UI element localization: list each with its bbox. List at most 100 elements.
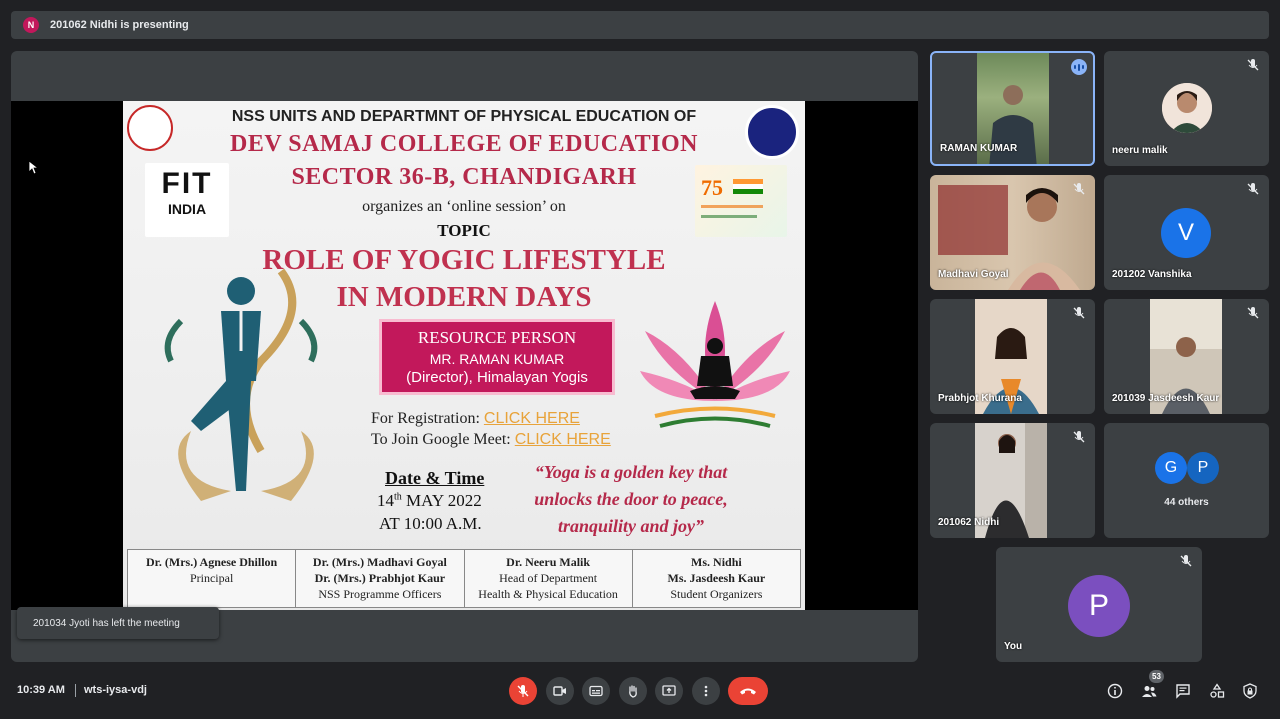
present-screen-button[interactable] bbox=[655, 677, 683, 705]
organizer-line2: Head of Department bbox=[499, 571, 598, 585]
mouse-cursor-icon bbox=[29, 161, 39, 175]
join-meet-link[interactable]: CLICK HERE bbox=[515, 431, 611, 448]
presentation-stage[interactable]: FIT INDIA 75 NSS UNITS AND DEPARTMNT OF … bbox=[11, 51, 918, 662]
participant-tile-jasdeesh-kaur[interactable]: 201039 Jasdeesh Kaur bbox=[1104, 299, 1269, 414]
organizer-cell: Dr. (Mrs.) Madhavi Goyal Dr. (Mrs.) Prab… bbox=[296, 550, 465, 607]
participant-name: You bbox=[1004, 641, 1023, 652]
participant-tile-vanshika[interactable]: V 201202 Vanshika bbox=[1104, 175, 1269, 290]
meeting-clock: 10:39 AM bbox=[17, 684, 65, 696]
chat-icon bbox=[1176, 684, 1190, 699]
organizer-line1: Dr. (Mrs.) Madhavi Goyal bbox=[312, 555, 447, 569]
participant-tile-madhavi-goyal[interactable]: Madhavi Goyal bbox=[930, 175, 1095, 290]
leave-call-button[interactable] bbox=[728, 677, 768, 705]
presenting-text: 201062 Nidhi is presenting bbox=[50, 19, 189, 31]
video-camera-icon bbox=[553, 686, 566, 696]
event-date-rest: MAY 2022 bbox=[406, 491, 482, 510]
more-vertical-icon bbox=[704, 685, 708, 697]
mic-off-icon bbox=[1247, 307, 1259, 319]
people-button[interactable] bbox=[1139, 681, 1159, 701]
microphone-toggle-button[interactable] bbox=[509, 677, 537, 705]
host-controls-button[interactable] bbox=[1240, 681, 1260, 701]
meeting-controls-bar: 10:39 AM wts-iysa-vdj bbox=[0, 670, 1280, 719]
captions-button[interactable] bbox=[582, 677, 610, 705]
presenting-banner: N 201062 Nidhi is presenting bbox=[11, 11, 1269, 39]
participant-name: 201062 Nidhi bbox=[938, 517, 1000, 528]
slide-college-name: DEV SAMAJ COLLEGE OF EDUCATION bbox=[230, 131, 698, 157]
organizer-cell: Dr. (Mrs.) Agnese Dhillon Principal bbox=[128, 550, 297, 607]
organizer-line1: Dr. Neeru Malik bbox=[506, 555, 591, 569]
organizer-line3: NSS Programme Officers bbox=[318, 587, 442, 601]
mic-off-icon bbox=[1247, 183, 1259, 195]
present-screen-icon bbox=[662, 685, 676, 696]
participant-tile-raman-kumar[interactable]: RAMAN KUMAR bbox=[930, 51, 1095, 166]
organizer-line1: Ms. Nidhi bbox=[691, 555, 742, 569]
resource-person-role: (Director), Himalayan Yogis bbox=[406, 369, 588, 386]
participant-tile-neeru-malik[interactable]: neeru malik bbox=[1104, 51, 1269, 166]
organizer-line2: Ms. Jasdeesh Kaur bbox=[667, 571, 766, 585]
chat-button[interactable] bbox=[1173, 681, 1193, 701]
slide-organizes: organizes an ‘online session’ on bbox=[362, 198, 566, 215]
divider bbox=[75, 684, 76, 697]
resource-person-title: RESOURCE PERSON bbox=[417, 328, 577, 347]
participant-left-toast: 201034 Jyoti has left the meeting bbox=[17, 607, 219, 639]
organizer-line2: Principal bbox=[189, 571, 234, 585]
camera-toggle-button[interactable] bbox=[546, 677, 574, 705]
organizer-cell: Ms. Nidhi Ms. Jasdeesh Kaur Student Orga… bbox=[633, 550, 800, 607]
participant-tile-others[interactable]: G P 44 others bbox=[1104, 423, 1269, 538]
others-count-label: 44 others bbox=[1164, 497, 1209, 508]
closed-captions-icon bbox=[589, 685, 603, 697]
end-call-icon bbox=[740, 688, 756, 695]
join-meet-label: To Join Google Meet: bbox=[371, 431, 511, 448]
slide-header: NSS UNITS AND DEPARTMNT OF PHYSICAL EDUC… bbox=[231, 108, 697, 125]
info-icon bbox=[1107, 683, 1123, 699]
join-meet-line: To Join Google Meet: CLICK HERE bbox=[371, 431, 611, 449]
meeting-code: wts-iysa-vdj bbox=[84, 684, 147, 696]
event-date-day: 14 bbox=[377, 491, 394, 510]
registration-line: For Registration: CLICK HERE bbox=[371, 410, 580, 428]
participant-name: 201039 Jasdeesh Kaur bbox=[1112, 393, 1220, 404]
other-participant-avatar: P bbox=[1187, 452, 1219, 484]
resource-person-box: RESOURCE PERSON MR. RAMAN KUMAR (Directo… bbox=[379, 319, 615, 395]
shield-lock-icon bbox=[1243, 683, 1257, 699]
mic-off-icon bbox=[1073, 431, 1085, 443]
raise-hand-button[interactable] bbox=[619, 677, 647, 705]
mic-off-icon bbox=[517, 685, 529, 697]
event-date: 14th MAY 2022 bbox=[377, 491, 482, 511]
mic-off-icon bbox=[1073, 183, 1085, 195]
participant-tile-you[interactable]: P You bbox=[996, 547, 1202, 662]
participant-avatar bbox=[1162, 83, 1212, 133]
organizer-cell: Dr. Neeru Malik Head of Department Healt… bbox=[465, 550, 633, 607]
yoga-figure-illustration bbox=[164, 268, 318, 501]
organizers-table: Dr. (Mrs.) Agnese Dhillon Principal Dr. … bbox=[127, 549, 801, 608]
mic-off-icon bbox=[1247, 59, 1259, 71]
participant-name: 201202 Vanshika bbox=[1112, 269, 1192, 280]
more-options-button[interactable] bbox=[692, 677, 720, 705]
people-count-badge: 53 bbox=[1149, 670, 1164, 683]
participant-name: neeru malik bbox=[1112, 145, 1168, 156]
mic-off-icon bbox=[1180, 555, 1192, 567]
yoga-quote: “Yoga is a golden key that unlocks the d… bbox=[534, 462, 728, 536]
speaking-indicator-icon bbox=[1071, 59, 1087, 75]
organizer-line3: Health & Physical Education bbox=[478, 587, 618, 601]
lotus-meditation-illustration bbox=[640, 301, 790, 428]
slide-topic-label: TOPIC bbox=[437, 221, 491, 240]
presentation-slide: FIT INDIA 75 NSS UNITS AND DEPARTMNT OF … bbox=[123, 101, 805, 610]
slide-college-location: SECTOR 36-B, CHANDIGARH bbox=[291, 164, 637, 190]
participant-name: Prabhjot Khurana bbox=[938, 393, 1022, 404]
mic-off-icon bbox=[1073, 307, 1085, 319]
participant-tile-prabhjot-khurana[interactable]: Prabhjot Khurana bbox=[930, 299, 1095, 414]
self-avatar: P bbox=[1068, 575, 1130, 637]
organizer-line3: Student Organizers bbox=[670, 587, 763, 601]
activities-shapes-icon bbox=[1210, 683, 1225, 698]
activities-button[interactable] bbox=[1207, 681, 1227, 701]
participant-name: RAMAN KUMAR bbox=[940, 143, 1018, 154]
organizer-line1: Dr. (Mrs.) Agnese Dhillon bbox=[146, 555, 278, 569]
event-date-suffix: th bbox=[394, 491, 402, 503]
other-participant-avatar: G bbox=[1155, 452, 1187, 484]
resource-person-name: MR. RAMAN KUMAR bbox=[429, 351, 565, 367]
registration-link[interactable]: CLICK HERE bbox=[484, 410, 580, 427]
meeting-details-button[interactable] bbox=[1105, 681, 1125, 701]
participant-tile-nidhi[interactable]: 201062 Nidhi bbox=[930, 423, 1095, 538]
registration-label: For Registration: bbox=[371, 410, 480, 427]
date-heading: Date & Time bbox=[385, 468, 485, 488]
